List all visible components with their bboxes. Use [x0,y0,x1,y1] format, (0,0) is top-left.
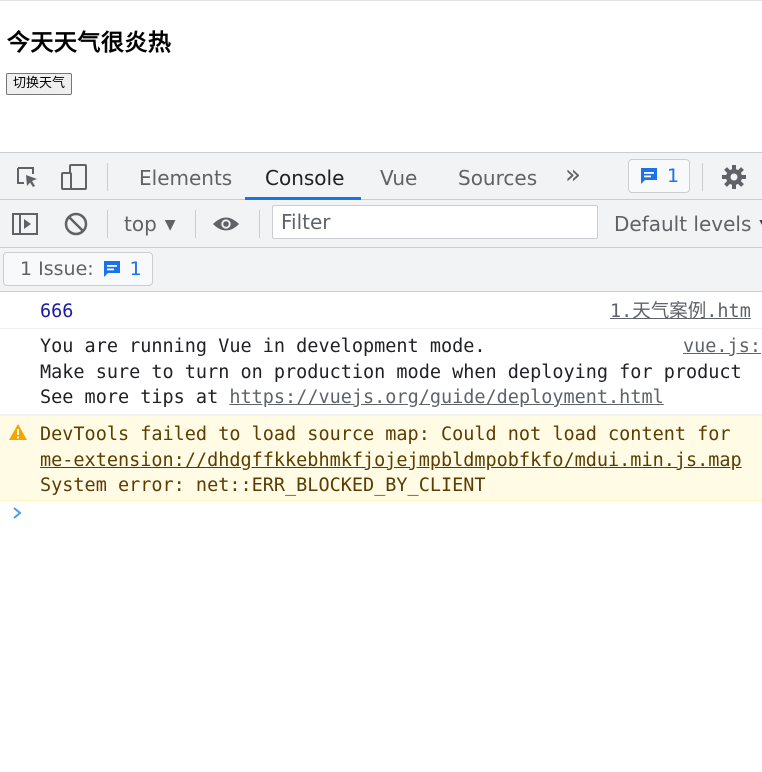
issues-label: 1 Issue: [20,258,94,280]
issues-count: 1 [129,258,142,280]
log-levels-value: Default levels [614,212,752,236]
vue-deployment-link[interactable]: https://vuejs.org/guide/deployment.html [229,387,663,408]
source-map-link[interactable]: me-extension://dhdgffkkebhmkfjojejmpbldm… [40,448,742,473]
tab-elements[interactable]: Elements [139,153,232,200]
console-message-text: Make sure to turn on production mode whe… [40,362,742,383]
console-message-log: You are running Vue in development mode.… [0,329,762,415]
device-toolbar-icon[interactable] [60,163,88,191]
console-warning-text: DevTools failed to load source map: Coul… [40,424,731,445]
toolbar-divider [259,210,260,238]
console-warning-text: System error: net::ERR_BLOCKED_BY_CLIENT [40,475,486,496]
console-message-log: 666 1.天气案例.htm [0,292,762,329]
console-message-text: See more tips at https://vuejs.org/guide… [40,385,664,410]
issues-button[interactable]: 1 Issue: 1 [3,252,153,286]
console-message-source-link[interactable]: vue.js: [683,334,761,359]
issues-bar: 1 Issue: 1 [0,248,762,292]
log-levels-dropdown[interactable]: Default levels▼ [614,210,762,239]
console-filter-bar: top ▼ Default levels▼ [0,200,762,248]
console-message-warning: DevTools failed to load source map: Coul… [0,415,762,501]
issue-message-icon [103,261,120,277]
devtools-main-toolbar: Elements Console Vue Sources » 1 [0,152,762,200]
toolbar-divider [107,163,108,191]
console-message-text: 666 [40,301,74,322]
devtools-panel: Elements Console Vue Sources » 1 top ▼ F… [0,152,762,772]
tab-vue[interactable]: Vue [380,153,417,200]
inspect-element-icon[interactable] [13,163,41,191]
toolbar-divider [195,210,196,238]
tab-sources[interactable]: Sources [458,153,537,200]
page-content: 今天天气很炎热 切换天气 [0,0,762,152]
page-heading: 今天天气很炎热 [7,30,172,56]
console-message-source-link[interactable]: 1.天气案例.htm [610,299,751,324]
console-output: 666 1.天气案例.htm You are running Vue in de… [0,292,762,772]
warning-icon [9,424,27,440]
context-selector-value: top [124,212,157,236]
gear-icon[interactable] [720,163,748,191]
console-prompt-chevron-icon[interactable] [12,506,24,520]
clear-console-icon[interactable] [62,210,90,238]
issue-counter-value: 1 [666,165,680,187]
issue-counter-button[interactable]: 1 [628,159,690,193]
tab-console[interactable]: Console [265,153,344,200]
dropdown-arrow-icon: ▼ [164,217,176,233]
toolbar-divider [107,210,108,238]
console-message-text: You are running Vue in development mode. [40,336,486,357]
sidebar-toggle-icon[interactable] [11,210,39,238]
context-selector[interactable]: top ▼ [124,210,176,239]
filter-input[interactable] [272,205,598,239]
live-expression-eye-icon[interactable] [212,210,240,238]
console-message-text-prefix: See more tips at [40,387,230,408]
more-tabs-button[interactable]: » [565,153,581,200]
issue-message-icon [640,168,657,184]
toolbar-divider [702,163,703,191]
switch-weather-button[interactable]: 切换天气 [6,73,73,95]
